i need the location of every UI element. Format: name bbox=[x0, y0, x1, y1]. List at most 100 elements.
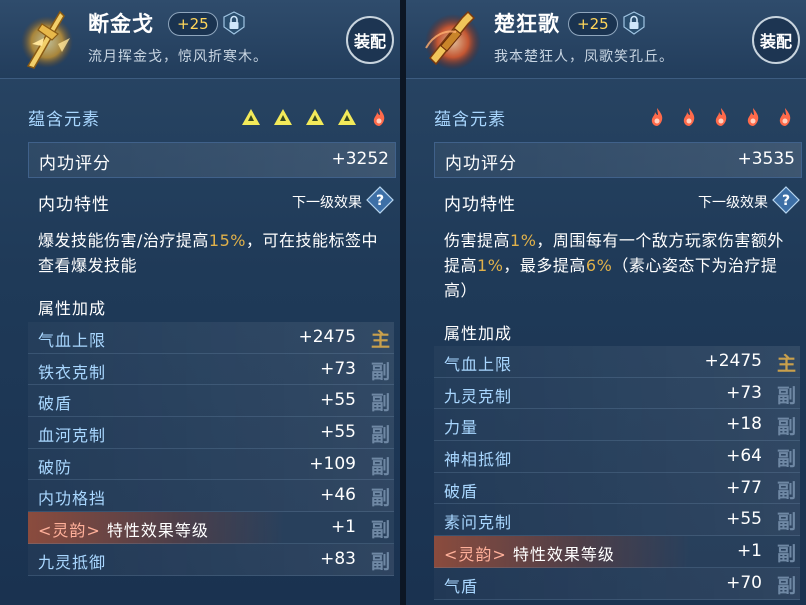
attribute-name: 破防 bbox=[38, 457, 73, 477]
flame-element-icon bbox=[651, 108, 663, 126]
lock-icon[interactable] bbox=[622, 11, 646, 35]
item-flavor-text: 我本楚狂人，凤歌笑孔丘。 bbox=[494, 49, 674, 65]
attribute-row: 气血上限 +2475 主 bbox=[28, 322, 394, 354]
attribute-name: 神相抵御 bbox=[444, 450, 513, 470]
attribute-tag: 副 bbox=[370, 519, 390, 542]
attribute-value: +73 bbox=[320, 358, 356, 379]
trait-description: 爆发技能伤害/治疗提高15%，可在技能标签中查看爆发技能 bbox=[38, 228, 388, 278]
lock-icon[interactable] bbox=[222, 11, 246, 35]
attribute-tag: 主 bbox=[776, 353, 796, 375]
attribute-row: 气血上限 +2475 主 bbox=[434, 346, 800, 378]
attribute-value: +1 bbox=[736, 541, 762, 562]
next-level-effect-link[interactable]: 下一级效果 bbox=[292, 192, 362, 212]
attribute-tag: 副 bbox=[370, 550, 390, 573]
attribute-tag: 副 bbox=[370, 455, 390, 478]
attribute-name: 九灵抵御 bbox=[38, 552, 107, 572]
score-bar: 内功评分 +3535 bbox=[434, 142, 802, 178]
attribute-name: 血河克制 bbox=[38, 426, 107, 446]
attributes-title: 属性加成 bbox=[444, 324, 513, 343]
attribute-name: 素问克制 bbox=[444, 513, 513, 533]
attribute-name: 破盾 bbox=[444, 481, 479, 501]
left-panel: 断金戈 +25 流月挥金戈，惊风折寒木。 装配 蕴含元素 内功评分 +3252 … bbox=[0, 0, 400, 605]
attribute-value: +46 bbox=[320, 485, 356, 506]
attribute-value: +55 bbox=[320, 390, 356, 411]
attribute-tag: 副 bbox=[776, 416, 796, 439]
attribute-name: 铁衣克制 bbox=[38, 362, 107, 382]
desc-highlight: 1% bbox=[510, 231, 537, 250]
item-header: 楚狂歌 +25 我本楚狂人，凤歌笑孔丘。 装配 bbox=[406, 0, 806, 79]
element-icons bbox=[646, 107, 796, 127]
weapon-icon bbox=[420, 4, 486, 74]
enhance-level-badge: +25 bbox=[568, 12, 618, 36]
elements-row: 蕴含元素 bbox=[28, 101, 394, 131]
attribute-row: 力量 +18 副 bbox=[434, 409, 800, 442]
equip-button[interactable]: 装配 bbox=[346, 16, 394, 64]
attribute-tag: 副 bbox=[776, 511, 796, 534]
enhance-level-badge: +25 bbox=[168, 12, 218, 36]
weapon-icon bbox=[14, 4, 80, 74]
attribute-tag: 副 bbox=[370, 487, 390, 510]
flame-element-icon bbox=[747, 108, 759, 126]
flame-element-icon bbox=[715, 108, 727, 126]
desc-highlight: 6% bbox=[585, 256, 613, 275]
desc-text: 伤害提高 bbox=[444, 231, 511, 250]
score-value: +3535 bbox=[737, 149, 795, 169]
attribute-value: +55 bbox=[726, 509, 762, 530]
equip-button[interactable]: 装配 bbox=[752, 16, 800, 64]
score-value: +3252 bbox=[331, 149, 389, 169]
attribute-name: 内功格挡 bbox=[38, 489, 107, 509]
attribute-name: <灵韵> 特性效果等级 bbox=[38, 517, 209, 541]
attribute-value: +109 bbox=[309, 453, 356, 474]
attributes-title: 属性加成 bbox=[38, 299, 107, 318]
attribute-name: <灵韵> 特性效果等级 bbox=[444, 541, 615, 565]
flame-element-icon bbox=[779, 108, 791, 126]
score-label: 内功评分 bbox=[39, 154, 111, 174]
item-title: 楚狂歌 bbox=[494, 12, 560, 36]
elements-label: 蕴含元素 bbox=[28, 110, 100, 130]
attribute-value: +64 bbox=[726, 446, 762, 467]
attribute-row: 神相抵御 +64 副 bbox=[434, 441, 800, 473]
triangle-element-icon bbox=[274, 109, 292, 125]
triangle-element-icon bbox=[242, 109, 260, 125]
attribute-tag: 副 bbox=[776, 448, 796, 471]
attribute-name: 气盾 bbox=[444, 576, 479, 596]
attribute-row-lingyun: <灵韵> 特性效果等级 +1 副 bbox=[434, 536, 800, 568]
elements-label: 蕴含元素 bbox=[434, 110, 506, 130]
attribute-value: +73 bbox=[726, 382, 762, 403]
lingyun-tag: <灵韵> bbox=[38, 521, 101, 541]
attribute-row: 破盾 +55 副 bbox=[28, 385, 394, 418]
svg-text:?: ? bbox=[782, 193, 790, 209]
triangle-element-icon bbox=[338, 109, 356, 125]
attribute-tag: 副 bbox=[776, 479, 796, 502]
attribute-value: +2475 bbox=[704, 351, 762, 371]
attribute-value: +1 bbox=[330, 517, 356, 538]
attribute-value: +83 bbox=[320, 548, 356, 569]
attribute-value: +18 bbox=[726, 414, 762, 435]
flame-element-icon bbox=[683, 108, 695, 126]
svg-text:?: ? bbox=[376, 193, 384, 209]
trait-row: 内功特性 下一级效果 ? bbox=[434, 184, 800, 218]
item-title: 断金戈 bbox=[88, 12, 154, 36]
attribute-name: 气血上限 bbox=[38, 331, 107, 350]
right-panel: 楚狂歌 +25 我本楚狂人，凤歌笑孔丘。 装配 蕴含元素 内功评分 +3535 … bbox=[406, 0, 806, 605]
attribute-row: 铁衣克制 +73 副 bbox=[28, 353, 394, 386]
attribute-row: 九灵抵御 +83 副 bbox=[28, 543, 394, 576]
help-icon[interactable]: ? bbox=[366, 186, 394, 214]
desc-highlight: 1% bbox=[477, 256, 504, 275]
attribute-tag: 副 bbox=[370, 360, 390, 383]
next-level-effect-link[interactable]: 下一级效果 bbox=[698, 192, 768, 212]
score-bar: 内功评分 +3252 bbox=[28, 142, 396, 178]
triangle-element-icon bbox=[306, 109, 324, 125]
element-icons bbox=[240, 107, 390, 127]
attribute-name: 破盾 bbox=[38, 394, 73, 414]
attribute-tag: 副 bbox=[776, 574, 796, 597]
trait-label: 内功特性 bbox=[38, 195, 110, 215]
attribute-value: +77 bbox=[726, 477, 762, 498]
score-label: 内功评分 bbox=[445, 154, 517, 174]
attribute-row: 内功格挡 +46 副 bbox=[28, 480, 394, 513]
lingyun-tag: <灵韵> bbox=[444, 545, 507, 565]
desc-text: ，最多提高 bbox=[503, 256, 586, 275]
help-icon[interactable]: ? bbox=[772, 186, 800, 214]
attribute-row: 破防 +109 副 bbox=[28, 448, 394, 481]
item-flavor-text: 流月挥金戈，惊风折寒木。 bbox=[88, 49, 268, 65]
